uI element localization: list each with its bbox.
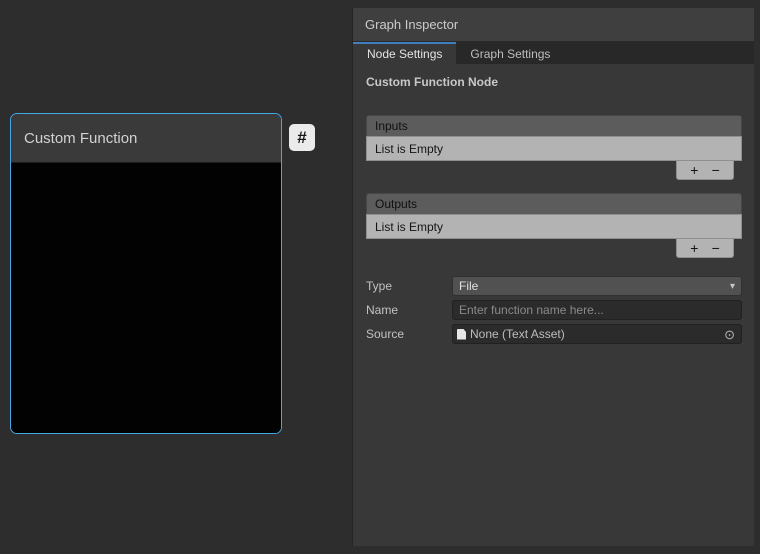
tab-graph-settings[interactable]: Graph Settings xyxy=(456,42,564,64)
node-body xyxy=(11,163,281,433)
remove-output-button[interactable]: − xyxy=(712,241,720,255)
tab-node-settings[interactable]: Node Settings xyxy=(353,42,456,64)
type-dropdown-value: File xyxy=(459,279,478,293)
add-output-button[interactable]: + xyxy=(690,241,698,255)
source-object-value: None (Text Asset) xyxy=(470,327,565,341)
outputs-list: Outputs List is Empty + − xyxy=(366,193,742,258)
source-field-row: Source None (Text Asset) ⊙ xyxy=(366,324,742,344)
outputs-list-title: Outputs xyxy=(375,197,417,211)
add-input-button[interactable]: + xyxy=(690,163,698,177)
chevron-down-icon: ▾ xyxy=(730,281,735,292)
text-asset-icon xyxy=(457,329,466,340)
panel-header: Graph Inspector xyxy=(353,8,754,42)
source-label: Source xyxy=(366,327,452,341)
type-label: Type xyxy=(366,279,452,293)
inspector-content: Custom Function Node Inputs List is Empt… xyxy=(353,64,754,344)
inputs-empty-row: List is Empty xyxy=(366,136,742,161)
hash-badge-icon[interactable]: # xyxy=(289,124,315,151)
inputs-list: Inputs List is Empty + − xyxy=(366,115,742,180)
node-title: Custom Function xyxy=(24,130,137,147)
inputs-footer-buttons: + − xyxy=(676,161,734,180)
name-label: Name xyxy=(366,303,452,317)
outputs-empty-text: List is Empty xyxy=(375,220,443,234)
inputs-list-footer: + − xyxy=(366,161,742,180)
outputs-empty-row: List is Empty xyxy=(366,214,742,239)
object-picker-icon[interactable]: ⊙ xyxy=(721,328,738,341)
type-dropdown[interactable]: File ▾ xyxy=(452,276,742,296)
section-title: Custom Function Node xyxy=(366,75,742,89)
inspector-tabbar: Node Settings Graph Settings xyxy=(353,42,754,64)
inputs-list-title: Inputs xyxy=(375,119,408,133)
remove-input-button[interactable]: − xyxy=(712,163,720,177)
inputs-empty-text: List is Empty xyxy=(375,142,443,156)
outputs-list-header: Outputs xyxy=(366,193,742,214)
name-field-row: Name xyxy=(366,300,742,320)
graph-inspector-panel: Graph Inspector Node Settings Graph Sett… xyxy=(352,8,754,546)
panel-title: Graph Inspector xyxy=(365,17,458,32)
shader-graph-window: Custom Function # Graph Inspector Node S… xyxy=(0,0,760,554)
type-field-row: Type File ▾ xyxy=(366,276,742,296)
source-object-field[interactable]: None (Text Asset) ⊙ xyxy=(452,324,742,344)
function-name-input[interactable] xyxy=(452,300,742,320)
inputs-list-header: Inputs xyxy=(366,115,742,136)
custom-function-node[interactable]: Custom Function xyxy=(10,113,282,434)
outputs-list-footer: + − xyxy=(366,239,742,258)
outputs-footer-buttons: + − xyxy=(676,239,734,258)
node-header[interactable]: Custom Function xyxy=(11,114,281,163)
name-field-control xyxy=(452,300,742,320)
